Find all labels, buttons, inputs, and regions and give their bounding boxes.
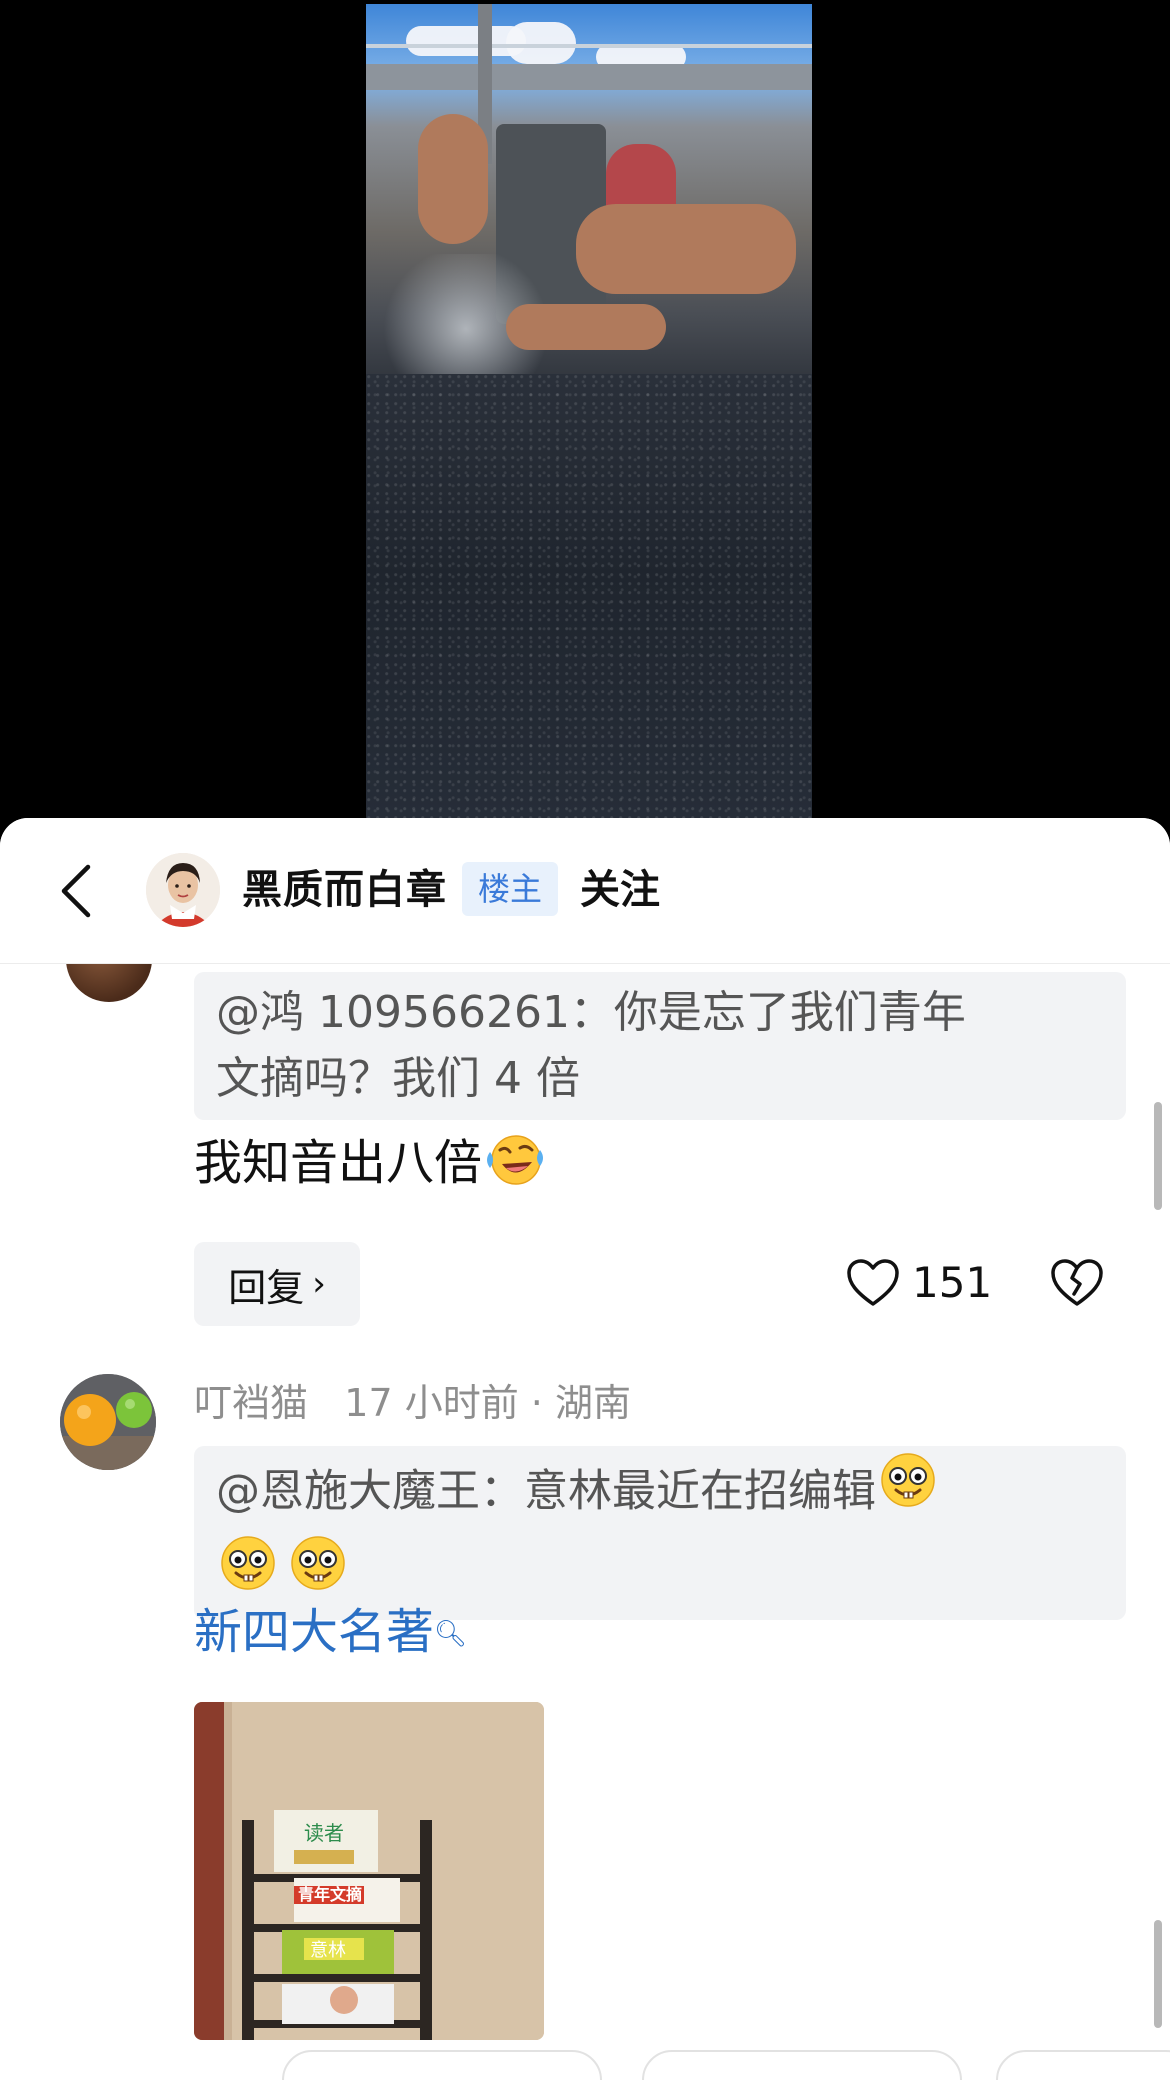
sheet-header: 黑质而白章 楼主 关注 xyxy=(0,818,1170,964)
avatar[interactable] xyxy=(60,1374,156,1470)
reply-button[interactable]: 回复 › xyxy=(194,1242,360,1326)
comment-location: 湖南 xyxy=(554,1381,631,1425)
avatar[interactable] xyxy=(66,964,152,1002)
follow-button[interactable]: 关注 xyxy=(580,864,660,916)
topic-link[interactable]: 新四大名著🔍︎ xyxy=(194,1600,467,1664)
video-frame[interactable] xyxy=(366,4,812,820)
broken-heart-icon[interactable] xyxy=(1050,1256,1104,1308)
magazine-title: 青年文摘 xyxy=(298,1885,362,1904)
worker xyxy=(576,204,796,294)
topic-link-text: 新四大名著 xyxy=(194,1604,435,1660)
comment-username[interactable]: 叮裆猫 xyxy=(194,1381,308,1425)
avatar-image xyxy=(60,1374,156,1470)
quoted-reply-text: @恩施大魔王：意林最近在招编辑 xyxy=(216,1465,876,1517)
quoted-reply-line: 文摘吗？我们 4 倍 xyxy=(216,1053,580,1104)
quoted-reply-line: @恩施大魔王：意林最近在招编辑 xyxy=(216,1453,1104,1533)
like-count: 151 xyxy=(912,1258,993,1307)
comment-meta: 叮裆猫 17 小时前 · 湖南 xyxy=(194,1378,631,1428)
cloud xyxy=(506,22,576,64)
heart-icon[interactable] xyxy=(846,1258,900,1308)
tag-chip[interactable] xyxy=(282,2050,602,2080)
comment-text-content: 我知音出八倍 xyxy=(194,1135,483,1191)
magazine-rack-image: 读者 青年文摘 意林 xyxy=(194,1702,544,2040)
tag-chip[interactable] xyxy=(0,2048,220,2080)
tag-chip[interactable] xyxy=(642,2050,962,2080)
tag-chip[interactable] xyxy=(996,2050,1170,2080)
chevron-right-icon: › xyxy=(312,1264,326,1304)
scrollbar-thumb[interactable] xyxy=(1154,1102,1162,1210)
magazine-title: 读者 xyxy=(304,1821,344,1845)
comment-list[interactable]: @鸿 109566261：你是忘了我们青年 文摘吗？我们 4 倍 我知音出八倍 … xyxy=(0,964,1170,2080)
quoted-reply: @鸿 109566261：你是忘了我们青年 文摘吗？我们 4 倍 xyxy=(194,972,1126,1120)
comment-text: 我知音出八倍 xyxy=(194,1128,546,1204)
avatar[interactable] xyxy=(146,853,220,927)
worker-arm xyxy=(506,304,666,350)
chevron-left-icon xyxy=(61,864,91,918)
avatar-image xyxy=(146,853,220,927)
scrollbar[interactable] xyxy=(1154,1920,1162,2028)
video-player[interactable] xyxy=(0,0,1170,820)
meta-separator: · xyxy=(530,1381,543,1425)
silly-face-emoji xyxy=(876,1450,940,1529)
original-poster-badge: 楼主 xyxy=(462,862,559,916)
bridge xyxy=(366,64,812,90)
laughing-crying-emoji xyxy=(482,1128,546,1204)
comment-time: 17 小时前 xyxy=(344,1381,519,1425)
worker xyxy=(418,114,488,244)
comment-image[interactable]: 读者 青年文摘 意林 xyxy=(194,1702,544,2040)
quoted-reply-line: @鸿 109566261：你是忘了我们青年 xyxy=(216,987,966,1038)
search-icon: 🔍︎ xyxy=(434,1619,468,1649)
bottom-tag-bar[interactable] xyxy=(0,2044,1170,2080)
back-button[interactable] xyxy=(46,858,106,924)
magazine-title: 意林 xyxy=(310,1940,346,1961)
reply-label: 回复 xyxy=(228,1265,305,1310)
comment-sheet: 黑质而白章 楼主 关注 @鸿 109566261：你是忘了我们青年 文摘吗？我们… xyxy=(0,818,1170,2080)
original-poster-name[interactable]: 黑质而白章 xyxy=(242,864,447,916)
asphalt xyxy=(366,374,812,820)
quoted-reply: @恩施大魔王：意林最近在招编辑 xyxy=(194,1446,1126,1620)
bridge-rail xyxy=(366,44,812,48)
